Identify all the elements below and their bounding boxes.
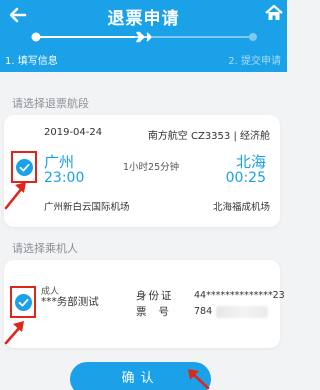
annotation-arrow-icon — [188, 369, 210, 390]
step-labels: 1. 填写信息 2. 提交申请 — [0, 52, 287, 68]
passenger-section-label: 请选择乘机人 — [12, 242, 78, 255]
flight-date: 2019-04-24 — [44, 127, 103, 138]
home-button[interactable] — [265, 4, 283, 22]
home-icon — [265, 4, 283, 20]
arrival-city: 北海 — [235, 153, 266, 171]
flight-airline: 南方航空 CZ3353 | 经济舱 — [147, 131, 270, 142]
annotation-arrow-icon — [4, 182, 26, 210]
checkmark-icon — [16, 159, 33, 176]
departure-airport: 广州新白云国际机场 — [44, 202, 130, 213]
departure-city: 广州 — [44, 153, 75, 171]
flight-card[interactable]: 2019-04-24 南方航空 CZ3353 | 经济舱 广州 23:00 1小… — [4, 115, 280, 227]
departure-time: 23:00 — [44, 170, 85, 186]
id-label: 身份证 — [136, 290, 174, 302]
ticket-label: 票号 — [136, 306, 181, 318]
flight-section-label: 请选择退票航段 — [12, 97, 89, 110]
page-title: 退票申请 — [107, 9, 180, 29]
id-value: 44**************23 — [194, 290, 285, 301]
step1-dot — [31, 32, 41, 42]
step2-dot — [249, 33, 257, 41]
redacted-ticket-number — [216, 306, 268, 318]
passenger-name: ***务部测试 — [41, 296, 99, 308]
plane-icon — [134, 31, 152, 43]
annotation-arrow-icon — [4, 321, 24, 345]
arrival-time: 00:25 — [225, 170, 266, 186]
step2-label: 2. 提交申请 — [228, 56, 281, 67]
step-progress — [31, 31, 257, 43]
ticket-value: 784 — [194, 306, 213, 317]
flight-duration: 1小时25分钟 — [123, 162, 180, 173]
step1-label: 1. 填写信息 — [5, 56, 58, 67]
header-bar: 退票申请 1. 填写信息 2. 提交申请 — [0, 0, 287, 72]
arrival-airport: 北海福成机场 — [212, 202, 270, 213]
passenger-card[interactable]: 成人 ***务部测试 身份证 44**************23 票号 784 — [4, 260, 285, 348]
